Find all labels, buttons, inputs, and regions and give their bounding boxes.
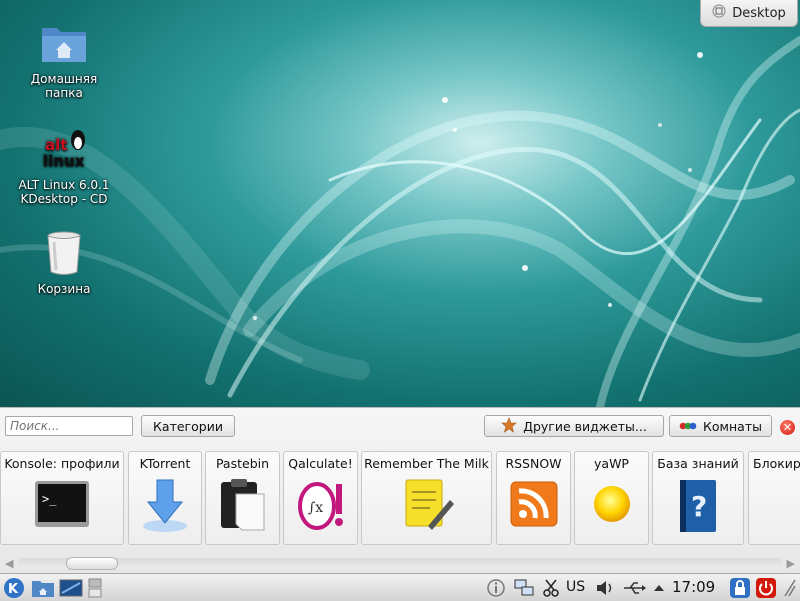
usb-icon[interactable]	[621, 577, 647, 598]
desktop-icon-trash[interactable]: Корзина	[14, 230, 114, 296]
terminal-icon: >_	[33, 476, 91, 534]
kde-menu-icon[interactable]: K	[2, 577, 26, 598]
desktop-icon-label: Корзина	[37, 282, 91, 296]
widget-list: Konsole: профили >_ KTorrent Pastebin Qa…	[0, 451, 800, 547]
widget-card-yawp[interactable]: yaWP	[574, 451, 649, 545]
leave-icon[interactable]	[754, 577, 778, 598]
widget-explorer-panel: Категории Другие виджеты... Комнаты ✕ Ko…	[0, 407, 800, 574]
widget-title: KTorrent	[139, 456, 191, 471]
more-widgets-label: Другие виджеты...	[523, 418, 647, 434]
desktop-preview-icon[interactable]	[58, 577, 84, 598]
panel-toolbox-icon[interactable]	[782, 577, 798, 598]
widget-scrollbar[interactable]: ◀ ▶	[0, 556, 800, 571]
more-widgets-button[interactable]: Другие виджеты...	[484, 415, 664, 437]
activities-icon	[679, 419, 697, 434]
widget-title: База знаний	[657, 456, 739, 471]
volume-icon[interactable]	[594, 577, 616, 598]
scrollbar-track[interactable]	[18, 558, 782, 569]
help-book-icon: ?	[669, 476, 727, 534]
svg-text:∫x: ∫x	[308, 500, 323, 516]
categories-button-label: Категории	[153, 418, 223, 434]
star-icon	[501, 416, 517, 436]
info-icon[interactable]	[486, 577, 506, 598]
clipboard-icon	[214, 476, 272, 534]
notepad-icon	[398, 476, 456, 534]
rss-icon	[505, 476, 563, 534]
alt-linux-icon: alt linux	[39, 126, 89, 174]
pager-icon[interactable]	[86, 577, 104, 598]
klipper-scissors-icon[interactable]	[541, 577, 561, 598]
trash-icon	[39, 230, 89, 278]
desktop-icon-label: ALT Linux 6.0.1 KDesktop - CD	[18, 178, 110, 206]
widget-card-knowledge-base[interactable]: База знаний ?	[652, 451, 744, 545]
svg-text:>_: >_	[42, 492, 57, 506]
desktop-toolbox-label: Desktop	[732, 5, 786, 21]
widget-title: Блокир	[753, 456, 800, 471]
desktop-toolbox-button[interactable]: Desktop	[700, 0, 798, 27]
activities-label: Комнаты	[703, 418, 762, 434]
clock[interactable]: 17:09	[672, 578, 715, 596]
desktop-toolbox-icon	[712, 4, 726, 22]
desktop-icon-home[interactable]: Домашняя папка	[14, 20, 114, 100]
widget-title: Pastebin	[215, 456, 270, 471]
widget-title: Qalculate!	[288, 456, 353, 471]
widget-card-pastebin[interactable]: Pastebin	[205, 451, 280, 545]
widget-title: yaWP	[594, 456, 629, 471]
widget-search-input[interactable]	[5, 416, 133, 436]
activities-button[interactable]: Комнаты	[669, 415, 772, 437]
sun-icon	[583, 476, 641, 534]
widget-card-lock[interactable]: Блокир	[748, 451, 800, 545]
scroll-left-icon[interactable]: ◀	[5, 557, 13, 570]
keyboard-layout-indicator[interactable]: US	[566, 579, 585, 595]
scroll-right-icon[interactable]: ▶	[787, 557, 795, 570]
download-arrow-icon	[136, 476, 194, 534]
svg-text:linux: linux	[43, 152, 85, 170]
svg-text:?: ?	[691, 490, 707, 523]
svg-text:K: K	[8, 582, 19, 597]
tray-expand-icon[interactable]	[652, 577, 666, 598]
widget-card-konsole[interactable]: Konsole: профили >_	[0, 451, 124, 545]
widget-title: Konsole: профили	[4, 456, 120, 471]
network-icon[interactable]	[512, 577, 536, 598]
categories-button[interactable]: Категории	[141, 415, 235, 437]
home-folder-icon	[39, 20, 89, 68]
calculator-icon: ∫x	[292, 476, 350, 534]
widget-card-ktorrent[interactable]: KTorrent	[128, 451, 202, 545]
desktop-wallpaper	[0, 0, 800, 407]
widget-title: RSSNOW	[505, 456, 562, 471]
lock-screen-icon[interactable]	[728, 577, 752, 598]
widget-card-remember-the-milk[interactable]: Remember The Milk	[361, 451, 492, 545]
desktop-icon-alt-linux[interactable]: alt linux ALT Linux 6.0.1 KDesktop - CD	[14, 126, 114, 206]
widget-card-rssnow[interactable]: RSSNOW	[496, 451, 571, 545]
widget-title: Remember The Milk	[364, 456, 489, 471]
scrollbar-thumb[interactable]	[66, 557, 118, 570]
close-explorer-icon[interactable]: ✕	[780, 420, 795, 435]
widget-card-qalculate[interactable]: Qalculate! ∫x	[283, 451, 358, 545]
taskbar: K US 17:09	[0, 573, 800, 601]
home-folder-icon[interactable]	[30, 577, 56, 598]
desktop-icon-label: Домашняя папка	[30, 72, 98, 100]
